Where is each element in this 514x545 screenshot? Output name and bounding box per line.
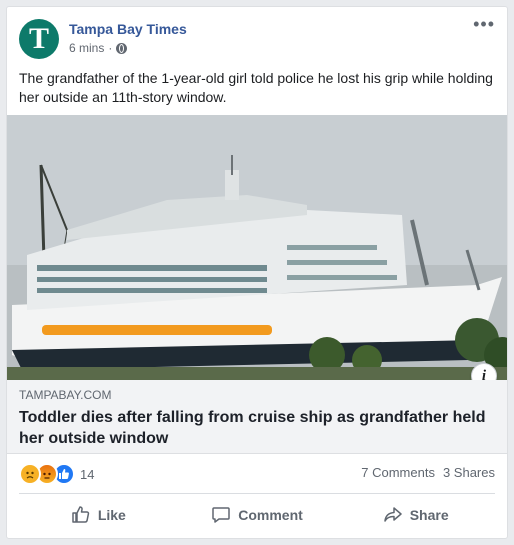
page-name-link[interactable]: Tampa Bay Times xyxy=(69,21,187,37)
post-stats: 14 7 Comments 3 Shares xyxy=(19,463,495,485)
post-header: T Tampa Bay Times 6 mins · ••• xyxy=(19,15,495,61)
page-avatar[interactable]: T xyxy=(19,19,59,59)
post-meta: 6 mins · xyxy=(69,41,128,55)
comment-bubble-icon xyxy=(212,507,230,523)
thumbs-up-icon xyxy=(72,506,90,523)
reactions-summary[interactable]: 14 xyxy=(19,463,94,485)
share-label: Share xyxy=(409,507,449,523)
link-preview-image[interactable] xyxy=(7,115,507,380)
like-button[interactable]: Like xyxy=(19,499,178,531)
engagement-counts: 7 Comments 3 Shares xyxy=(361,465,495,480)
sad-reaction-icon xyxy=(19,463,41,485)
meta-separator: · xyxy=(108,41,113,55)
reaction-count[interactable]: 14 xyxy=(80,467,94,482)
cruise-ship-photo xyxy=(7,115,507,380)
shares-count[interactable]: 3 Shares xyxy=(443,465,495,480)
share-arrow-icon xyxy=(383,507,402,522)
share-button[interactable]: Share xyxy=(336,499,495,531)
link-preview[interactable]: TAMPABAY.COM Toddler dies after falling … xyxy=(7,380,507,454)
link-domain: TAMPABAY.COM xyxy=(19,388,112,402)
more-options-icon[interactable]: ••• xyxy=(473,15,495,33)
post-text: The grandfather of the 1-year-old girl t… xyxy=(19,70,493,105)
public-globe-icon xyxy=(116,42,128,54)
post-card: T Tampa Bay Times 6 mins · ••• The grand… xyxy=(6,6,508,539)
actions-divider xyxy=(19,493,495,494)
comments-count[interactable]: 7 Comments xyxy=(361,465,435,480)
comment-label: Comment xyxy=(238,507,303,523)
like-label: Like xyxy=(97,507,126,523)
post-actions: Like Comment Share xyxy=(19,499,495,531)
post-timestamp[interactable]: 6 mins xyxy=(69,41,104,55)
comment-button[interactable]: Comment xyxy=(178,499,337,531)
link-headline[interactable]: Toddler dies after falling from cruise s… xyxy=(19,407,495,449)
